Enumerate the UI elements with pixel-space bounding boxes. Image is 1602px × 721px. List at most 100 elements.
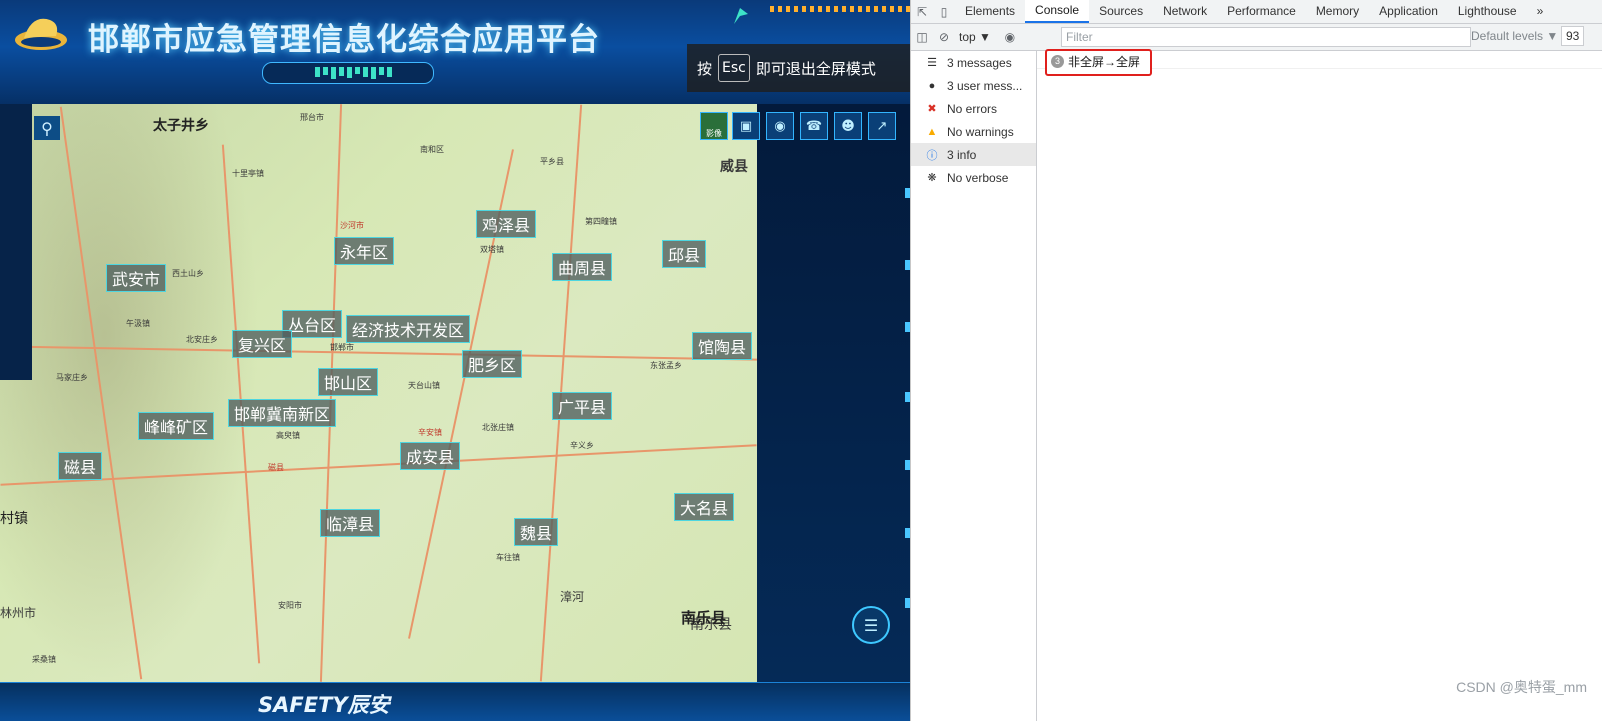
map-label[interactable]: 肥乡区 [462,350,523,378]
place-label: 天台山镇 [408,381,440,390]
device-toggle-icon[interactable]: ▯ [933,0,955,23]
map-label[interactable]: 魏县 [514,518,559,546]
app-title: 邯郸市应急管理信息化综合应用平台 [88,22,600,58]
console-message-text: 非全屏→全屏 [1068,55,1141,69]
console-sidebar: ☰ 3 messages ● 3 user mess... ✖ No error… [911,51,1037,721]
fullscreen-tip: 按 Esc 即可退出全屏模式 [687,44,910,92]
map-toolbar: ▣ ◉ ☎ ☻ ↗ [732,112,896,140]
map-label[interactable]: 邯郸冀南新区 [228,399,337,427]
more-tabs-button[interactable]: » [1527,0,1554,23]
footer-brand: SAFETY辰安 [258,693,390,717]
fullscreen-tip-prefix: 按 [697,59,713,78]
eye-icon[interactable]: ◉ [999,26,1021,49]
devtools-tabbar: ⇱ ▯ Elements Console Sources Network Per… [911,0,1602,24]
sidebar-item-verbose[interactable]: ❋ No verbose [911,166,1036,189]
tab-lighthouse[interactable]: Lighthouse [1448,0,1527,23]
tab-memory[interactable]: Memory [1306,0,1369,23]
place-label: 第四疃镇 [585,217,617,226]
search-icon[interactable]: ⚲ [34,116,60,140]
map-label[interactable]: 临漳县 [320,509,381,537]
sidebar-item-label: 3 user mess... [947,78,1023,93]
map-label[interactable]: 经济技术开发区 [346,315,471,343]
side-panel [0,104,32,380]
map-label[interactable]: 太子井乡 [148,114,214,136]
sidebar-item-errors[interactable]: ✖ No errors [911,97,1036,120]
tab-application[interactable]: Application [1369,0,1448,23]
map-label[interactable]: 永年区 [334,237,395,265]
hidden-count-badge[interactable]: 93 [1561,26,1585,46]
app-header: 邯郸市应急管理信息化综合应用平台 按 Esc 即可退出全屏模式 [0,0,910,106]
right-panel-strip [757,104,910,682]
map-label[interactable]: 成安县 [400,442,461,470]
error-icon: ✖ [927,103,937,115]
map-label[interactable]: 鸡泽县 [476,210,537,238]
tab-elements[interactable]: Elements [955,0,1025,23]
map-view[interactable]: 邢台市 南和区 平乡县 威县 十里亭镇 沙河市 双塔镇 第四疃镇 西土山乡 午汲… [0,104,757,682]
measure-icon[interactable]: ↗ [868,112,896,140]
list-icon: ☰ [927,57,937,69]
tab-performance[interactable]: Performance [1217,0,1306,23]
log-levels-select[interactable]: Default levels ▼ [1471,29,1558,43]
info-icon: ⓘ [926,149,938,162]
place-label: 沙河市 [340,221,364,230]
console-toolbar: ◫ ⊘ top ▼ ◉ Default levels ▼ 93 [911,24,1602,51]
context-select[interactable]: top ▼ [959,30,991,44]
tab-console[interactable]: Console [1025,0,1090,23]
sidebar-item-messages[interactable]: ☰ 3 messages [911,51,1036,74]
map-label[interactable]: 武安市 [106,264,167,292]
app-footer: SAFETY辰安 [0,682,910,721]
briefcase-icon[interactable]: ▣ [732,112,760,140]
console-output[interactable]: 3 非全屏→全屏 [1037,49,1602,721]
map-label[interactable]: 曲周县 [552,253,613,281]
sidebar-item-warnings[interactable]: ▲ No warnings [911,120,1036,143]
map-label[interactable]: 邯山区 [318,368,379,396]
place-label: 南和区 [420,145,444,154]
sidebar-item-label: No errors [947,101,998,116]
map-label[interactable]: 广平县 [552,392,613,420]
place-label: 车往镇 [496,553,520,562]
place-label: 威县 [720,159,748,175]
sidebar-item-user-messages[interactable]: ● 3 user mess... [911,74,1036,97]
map-label[interactable]: 复兴区 [232,330,293,358]
tab-sources[interactable]: Sources [1089,0,1153,23]
map-label[interactable]: 磁县 [58,452,103,480]
image-toggle-label: 影像 [706,129,722,138]
user-icon: ● [928,79,936,92]
console-message[interactable]: 3 非全屏→全屏 [1045,49,1153,76]
sidebar-toggle-icon[interactable]: ◫ [911,26,933,49]
place-label: 北张庄镇 [482,423,514,432]
map-label[interactable]: 邱县 [662,240,707,268]
radio-icon[interactable]: ☎ [800,112,828,140]
place-label: 马家庄乡 [56,373,88,382]
place-label: 林州市 [0,606,37,620]
devtools-panel: ⇱ ▯ Elements Console Sources Network Per… [910,0,1602,721]
person-icon[interactable]: ☻ [834,112,862,140]
place-label: 安阳市 [278,601,302,610]
image-layer-toggle[interactable]: 影像 [700,112,728,140]
map-label[interactable]: 馆陶县 [692,332,753,360]
sidebar-item-label: No warnings [947,124,1014,139]
map-label[interactable]: 南乐县 [676,606,731,629]
place-label: 辛义乡 [570,441,594,450]
place-label: 采桑镇 [32,655,56,664]
repeat-count-badge: 3 [1051,55,1064,68]
map-label[interactable]: 峰峰矿区 [138,412,215,440]
bug-icon: ❋ [927,172,937,184]
warning-icon: ▲ [926,125,938,138]
clear-console-icon[interactable]: ⊘ [933,26,955,49]
place-label: 邢台市 [300,113,324,122]
place-label: 高臾镇 [276,431,300,440]
header-decoration [770,6,910,12]
place-label: 东张孟乡 [650,361,682,370]
place-label: 漳河 [560,590,585,604]
map-label[interactable]: 大名县 [674,493,735,521]
tab-network[interactable]: Network [1153,0,1217,23]
sidebar-item-info[interactable]: ⓘ 3 info [911,143,1036,166]
fullscreen-tip-suffix: 即可退出全屏模式 [755,59,876,78]
esc-key: Esc [718,54,750,82]
inspect-icon[interactable]: ⇱ [911,0,933,23]
layers-icon[interactable]: ☰ [852,606,890,644]
place-label: 平乡县 [540,157,564,166]
filter-input[interactable] [1061,27,1471,47]
camera-icon[interactable]: ◉ [766,112,794,140]
